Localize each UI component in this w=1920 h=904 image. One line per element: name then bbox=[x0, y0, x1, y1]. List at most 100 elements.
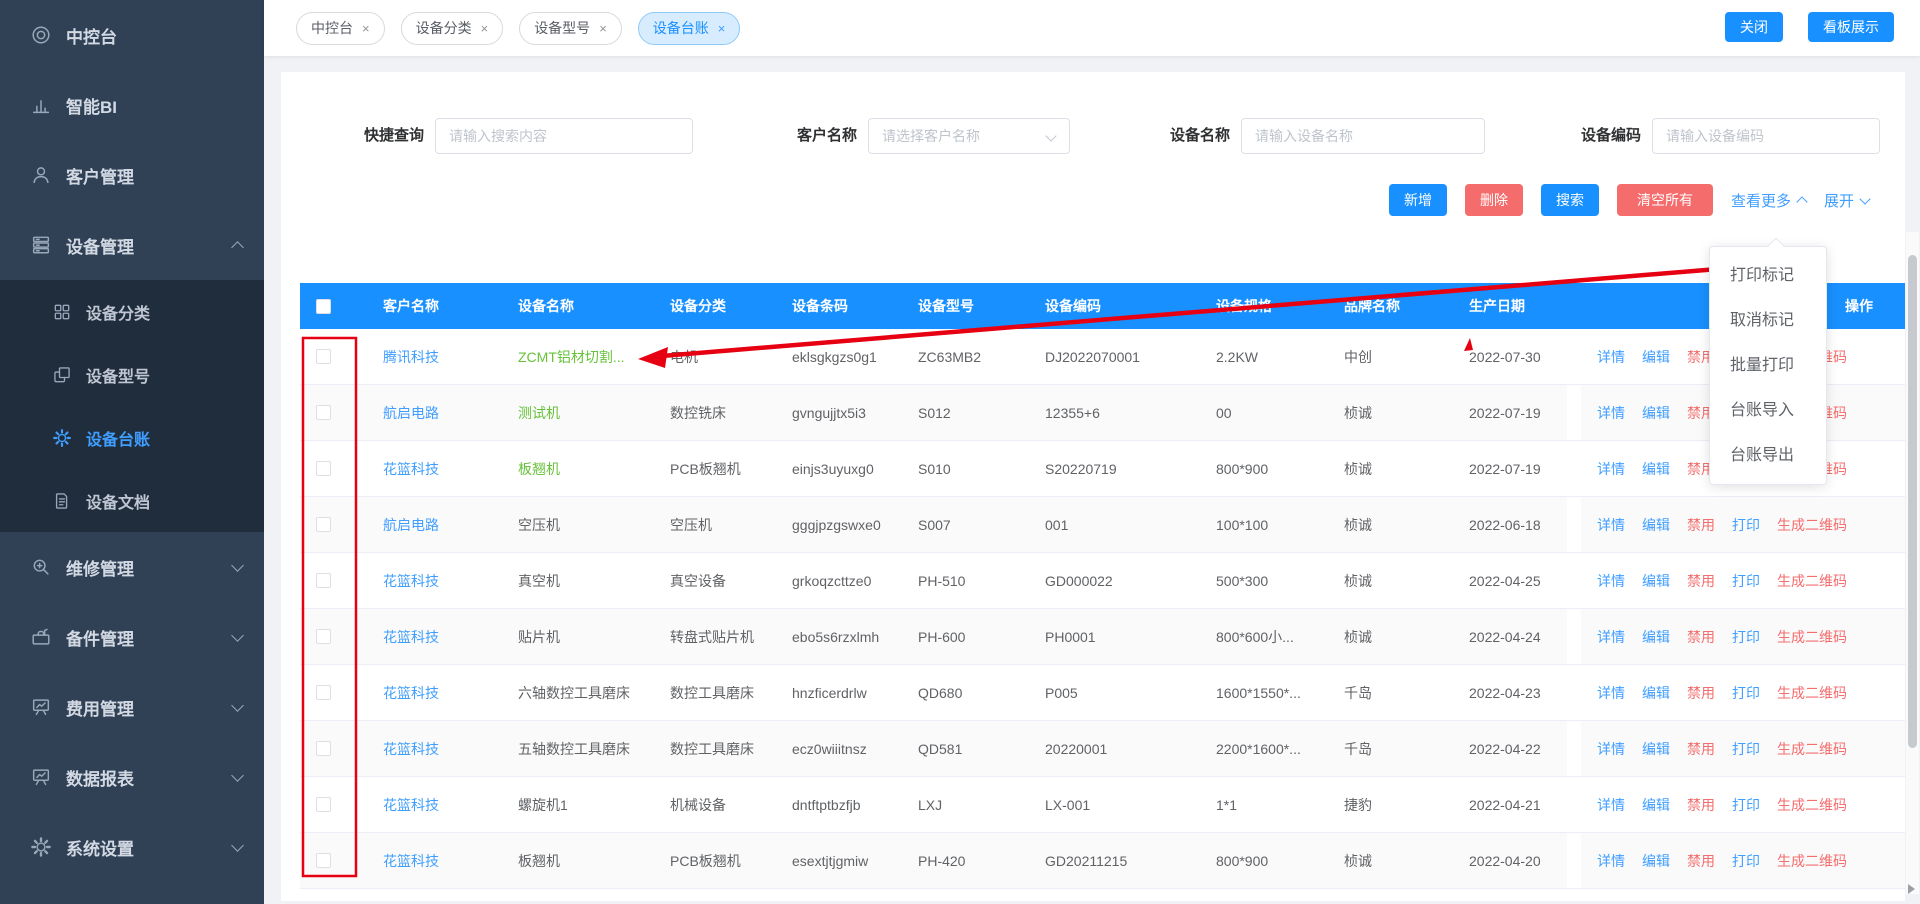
delete-button[interactable]: 删除 bbox=[1465, 184, 1523, 216]
row-checkbox[interactable] bbox=[316, 685, 331, 700]
op-link-0[interactable]: 详情 bbox=[1597, 459, 1625, 479]
op-link-3[interactable]: 打印 bbox=[1732, 851, 1760, 871]
board-display-button[interactable]: 看板展示 bbox=[1808, 12, 1894, 42]
sidebar-item-spare-part-management[interactable]: 备件管理 bbox=[0, 602, 264, 672]
op-link-2[interactable]: 禁用 bbox=[1687, 683, 1715, 703]
sidebar-item-cost-management[interactable]: 费用管理 bbox=[0, 672, 264, 742]
sidebar-item-repair-management[interactable]: 维修管理 bbox=[0, 532, 264, 602]
op-link-1[interactable]: 编辑 bbox=[1642, 795, 1670, 815]
op-link-4[interactable]: 生成二维码 bbox=[1777, 739, 1847, 759]
customer-link[interactable]: 花篮科技 bbox=[383, 739, 439, 759]
select-all-checkbox[interactable] bbox=[316, 299, 331, 314]
customer-link[interactable]: 花篮科技 bbox=[383, 851, 439, 871]
op-link-2[interactable]: 禁用 bbox=[1687, 795, 1715, 815]
device-name-link[interactable]: 螺旋机1 bbox=[518, 795, 568, 815]
op-link-2[interactable]: 禁用 bbox=[1687, 515, 1715, 535]
op-link-4[interactable]: 生成二维码 bbox=[1777, 571, 1847, 591]
op-link-0[interactable]: 详情 bbox=[1597, 851, 1625, 871]
sidebar-item-device-model[interactable]: 设备型号 bbox=[0, 343, 264, 406]
row-checkbox[interactable] bbox=[316, 853, 331, 868]
op-link-4[interactable]: 生成二维码 bbox=[1777, 795, 1847, 815]
device-name-link[interactable]: 板翘机 bbox=[518, 851, 560, 871]
op-link-3[interactable]: 打印 bbox=[1732, 739, 1760, 759]
sidebar-item-device-category[interactable]: 设备分类 bbox=[0, 280, 264, 343]
search-button[interactable]: 搜索 bbox=[1541, 184, 1599, 216]
close-tag-icon[interactable]: × bbox=[481, 21, 489, 36]
view-more-link[interactable]: 查看更多 bbox=[1731, 190, 1806, 211]
sidebar-item-device-ledger[interactable]: 设备台账 bbox=[0, 406, 264, 469]
op-link-0[interactable]: 详情 bbox=[1597, 739, 1625, 759]
customer-link[interactable]: 花篮科技 bbox=[383, 683, 439, 703]
row-checkbox[interactable] bbox=[316, 349, 331, 364]
page-tag-console[interactable]: 中控台× bbox=[296, 12, 385, 45]
op-link-3[interactable]: 打印 bbox=[1732, 683, 1760, 703]
op-link-0[interactable]: 详情 bbox=[1597, 403, 1625, 423]
op-link-0[interactable]: 详情 bbox=[1597, 627, 1625, 647]
op-link-1[interactable]: 编辑 bbox=[1642, 459, 1670, 479]
op-link-0[interactable]: 详情 bbox=[1597, 571, 1625, 591]
op-link-3[interactable]: 打印 bbox=[1732, 795, 1760, 815]
device-code-input[interactable] bbox=[1652, 118, 1880, 154]
sidebar-item-data-report[interactable]: 数据报表 bbox=[0, 742, 264, 812]
menu-item-0[interactable]: 打印标记 bbox=[1710, 253, 1826, 298]
page-tag-device-ledger[interactable]: 设备台账× bbox=[638, 12, 741, 45]
op-link-2[interactable]: 禁用 bbox=[1687, 851, 1715, 871]
menu-item-4[interactable]: 台账导出 bbox=[1710, 433, 1826, 478]
op-link-1[interactable]: 编辑 bbox=[1642, 851, 1670, 871]
row-checkbox[interactable] bbox=[316, 461, 331, 476]
clear-all-button[interactable]: 清空所有 bbox=[1617, 184, 1713, 216]
device-name-link[interactable]: 空压机 bbox=[518, 515, 560, 535]
row-checkbox[interactable] bbox=[316, 797, 331, 812]
customer-link[interactable]: 花篮科技 bbox=[383, 627, 439, 647]
op-link-4[interactable]: 生成二维码 bbox=[1777, 515, 1847, 535]
row-checkbox[interactable] bbox=[316, 741, 331, 756]
op-link-1[interactable]: 编辑 bbox=[1642, 627, 1670, 647]
op-link-0[interactable]: 详情 bbox=[1597, 347, 1625, 367]
op-link-3[interactable]: 打印 bbox=[1732, 627, 1760, 647]
expand-link[interactable]: 展开 bbox=[1824, 190, 1869, 211]
customer-link[interactable]: 花篮科技 bbox=[383, 459, 439, 479]
device-name-link[interactable]: ZCMT铝材切割... bbox=[518, 347, 625, 367]
sidebar-item-smart-bi[interactable]: 智能BI bbox=[0, 70, 264, 140]
close-tag-icon[interactable]: × bbox=[362, 21, 370, 36]
row-checkbox[interactable] bbox=[316, 405, 331, 420]
customer-link[interactable]: 腾讯科技 bbox=[383, 347, 439, 367]
row-checkbox[interactable] bbox=[316, 629, 331, 644]
sidebar-item-device-document[interactable]: 设备文档 bbox=[0, 469, 264, 532]
sidebar-item-system-settings[interactable]: 系统设置 bbox=[0, 812, 264, 882]
device-name-link[interactable]: 贴片机 bbox=[518, 627, 560, 647]
menu-item-1[interactable]: 取消标记 bbox=[1710, 298, 1826, 343]
op-link-1[interactable]: 编辑 bbox=[1642, 515, 1670, 535]
customer-link[interactable]: 航启电路 bbox=[383, 515, 439, 535]
customer-link[interactable]: 航启电路 bbox=[383, 403, 439, 423]
op-link-3[interactable]: 打印 bbox=[1732, 571, 1760, 591]
menu-item-3[interactable]: 台账导入 bbox=[1710, 388, 1826, 433]
device-name-link[interactable]: 五轴数控工具磨床 bbox=[518, 739, 630, 759]
customer-link[interactable]: 花篮科技 bbox=[383, 571, 439, 591]
page-tag-device-category[interactable]: 设备分类× bbox=[401, 12, 504, 45]
device-name-link[interactable]: 真空机 bbox=[518, 571, 560, 591]
op-link-1[interactable]: 编辑 bbox=[1642, 739, 1670, 759]
sidebar-item-console[interactable]: 中控台 bbox=[0, 0, 264, 70]
quick-search-input[interactable] bbox=[435, 118, 693, 154]
op-link-3[interactable]: 打印 bbox=[1732, 515, 1760, 535]
close-button[interactable]: 关闭 bbox=[1725, 12, 1783, 42]
add-button[interactable]: 新增 bbox=[1389, 184, 1447, 216]
row-checkbox[interactable] bbox=[316, 517, 331, 532]
op-link-0[interactable]: 详情 bbox=[1597, 683, 1625, 703]
device-name-link[interactable]: 测试机 bbox=[518, 403, 560, 423]
row-checkbox[interactable] bbox=[316, 573, 331, 588]
op-link-1[interactable]: 编辑 bbox=[1642, 403, 1670, 423]
close-tag-icon[interactable]: × bbox=[718, 21, 726, 36]
op-link-0[interactable]: 详情 bbox=[1597, 795, 1625, 815]
device-name-link[interactable]: 板翘机 bbox=[518, 459, 560, 479]
sidebar-item-customer-management[interactable]: 客户管理 bbox=[0, 140, 264, 210]
op-link-1[interactable]: 编辑 bbox=[1642, 683, 1670, 703]
op-link-4[interactable]: 生成二维码 bbox=[1777, 851, 1847, 871]
page-tag-device-model[interactable]: 设备型号× bbox=[519, 12, 622, 45]
op-link-2[interactable]: 禁用 bbox=[1687, 571, 1715, 591]
op-link-1[interactable]: 编辑 bbox=[1642, 347, 1670, 367]
vertical-scrollbar-thumb[interactable] bbox=[1908, 255, 1917, 748]
op-link-0[interactable]: 详情 bbox=[1597, 515, 1625, 535]
menu-item-2[interactable]: 批量打印 bbox=[1710, 343, 1826, 388]
